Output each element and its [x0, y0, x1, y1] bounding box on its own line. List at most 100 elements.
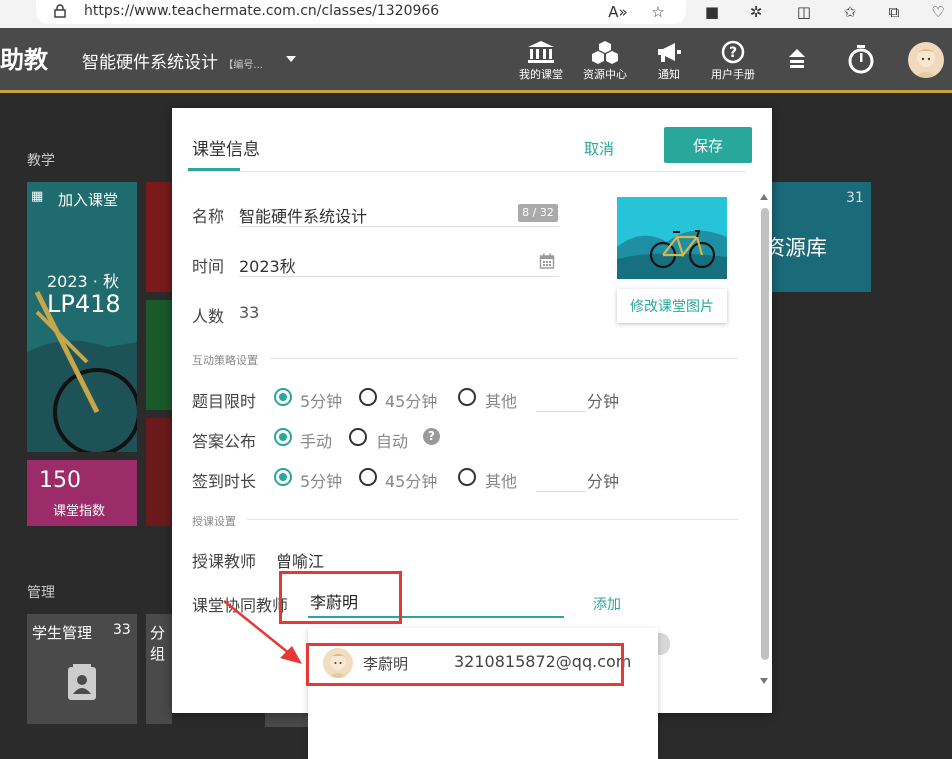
teacher-name: 曾喻江	[276, 552, 325, 571]
tile-discussion[interactable]	[146, 300, 172, 410]
resource-count: 31	[846, 190, 864, 206]
radio-label: 自动	[376, 432, 409, 451]
scroll-down-arrow-icon[interactable]	[760, 678, 768, 684]
resource-center-icon	[592, 41, 618, 64]
dialog-title: 课堂信息	[192, 140, 260, 160]
tile-resource-library[interactable]: 31 资源库	[772, 182, 871, 292]
section-teaching-label: 授课设置	[192, 515, 236, 528]
svg-text:?: ?	[729, 45, 737, 61]
section-manage: 管理	[27, 585, 55, 601]
room-label: LP418	[47, 290, 121, 318]
megaphone-icon	[658, 43, 681, 62]
timer-icon[interactable]	[847, 44, 875, 74]
name-label: 名称	[192, 207, 225, 226]
upload-arrow-icon[interactable]	[787, 48, 807, 70]
tile-class-index[interactable]: 150 课堂指数	[27, 460, 137, 526]
tile-group[interactable]: 分组	[146, 614, 172, 724]
nav-notice[interactable]: 通知	[641, 38, 697, 86]
radio-checkin-other[interactable]	[458, 468, 476, 486]
classroom-icon	[528, 41, 554, 63]
time-label: 时间	[192, 257, 225, 276]
contact-card-icon	[68, 664, 96, 700]
radio-label: 其他	[485, 472, 518, 491]
lock-icon	[54, 4, 66, 18]
question-limit-label: 题目限时	[192, 392, 257, 411]
radio-answer-manual[interactable]	[274, 428, 292, 446]
calendar-icon[interactable]	[539, 253, 555, 269]
checkin-other-minutes[interactable]	[536, 466, 586, 492]
join-class-label: 加入课堂	[58, 191, 119, 209]
radio-q-other[interactable]	[458, 388, 476, 406]
puzzle-icon[interactable]: ✲	[746, 2, 766, 22]
nav-resource-center[interactable]: 资源中心	[577, 38, 633, 86]
chevron-down-icon[interactable]	[286, 56, 296, 62]
tile-join-class[interactable]: ▦ 加入课堂 2023 · 秋 LP418	[27, 182, 137, 452]
radio-label: 5分钟	[300, 392, 343, 411]
brand-logo[interactable]: 助教	[0, 40, 48, 75]
nav-my-classes[interactable]: 我的课堂	[513, 38, 569, 86]
time-underline	[239, 276, 559, 277]
nav-user-manual[interactable]: ? 用户手册	[705, 38, 761, 86]
add-co-teacher-button[interactable]: 添加	[593, 594, 621, 614]
people-label: 人数	[192, 307, 225, 326]
nav-label: 用户手册	[711, 68, 755, 81]
favorites-icon[interactable]: ✩	[840, 2, 860, 22]
heart-icon[interactable]: ♡	[928, 2, 948, 22]
minute-unit: 分钟	[587, 472, 620, 491]
cancel-button[interactable]: 取消	[584, 138, 614, 159]
section-divider	[247, 519, 738, 520]
radio-label: 5分钟	[300, 472, 343, 491]
user-avatar[interactable]	[908, 42, 944, 78]
radio-q-45min[interactable]	[359, 388, 377, 406]
question-other-minutes[interactable]	[536, 386, 586, 412]
student-manage-label: 学生管理	[32, 624, 93, 642]
question-mark-icon[interactable]: ?	[423, 428, 440, 445]
tile-quiz[interactable]	[146, 418, 172, 526]
course-code: 【编号...	[223, 60, 263, 71]
annotation-suggestion-highlight	[306, 643, 624, 686]
tile-student-manage[interactable]: 学生管理 33	[27, 614, 137, 724]
nav-label: 通知	[658, 68, 680, 81]
radio-label: 其他	[485, 392, 518, 411]
nav-label: 资源中心	[583, 68, 627, 81]
header-divider	[186, 171, 746, 172]
radio-label: 45分钟	[385, 392, 438, 411]
answer-reveal-label: 答案公布	[192, 432, 257, 451]
teacher-label: 授课教师	[192, 552, 257, 571]
course-selector[interactable]: 智能硬件系统设计 【编号...	[82, 48, 263, 73]
read-aloud-icon[interactable]: A»	[608, 2, 628, 22]
header-accent-line	[0, 90, 952, 93]
save-button[interactable]: 保存	[664, 127, 752, 163]
radio-label: 手动	[300, 432, 333, 451]
browser-toolbar: https://www.teachermate.com.cn/classes/1…	[0, 0, 952, 28]
favorite-star-icon[interactable]: ☆	[648, 2, 668, 22]
checkin-label: 签到时长	[192, 472, 257, 491]
extension-icon[interactable]: ■	[702, 2, 722, 22]
time-field[interactable]: 2023秋	[239, 253, 296, 277]
people-count: 33	[239, 303, 260, 322]
radio-label: 45分钟	[385, 472, 438, 491]
radio-checkin-5min[interactable]	[274, 468, 292, 486]
char-counter: 8 / 32	[518, 204, 558, 222]
annotation-arrow	[223, 600, 302, 664]
class-index-label: 课堂指数	[53, 504, 106, 519]
name-field[interactable]: 智能硬件系统设计	[239, 203, 367, 227]
radio-checkin-45min[interactable]	[359, 468, 377, 486]
name-underline	[239, 226, 559, 227]
scrollbar-thumb[interactable]	[761, 208, 769, 660]
scroll-up-arrow-icon[interactable]	[760, 194, 768, 200]
collections-icon[interactable]: ⧉	[884, 2, 904, 22]
help-icon: ?	[721, 40, 745, 64]
qr-code-icon: ▦	[31, 189, 44, 204]
url-text: https://www.teachermate.com.cn/classes/1…	[84, 3, 440, 19]
tile-video[interactable]	[146, 182, 172, 292]
change-image-button[interactable]: 修改课堂图片	[617, 289, 727, 323]
split-screen-icon[interactable]: ◫	[794, 2, 814, 22]
bicycle-image	[617, 197, 727, 279]
address-bar[interactable]: https://www.teachermate.com.cn/classes/1…	[36, 0, 686, 24]
tile-manage-2[interactable]	[265, 713, 309, 727]
student-count: 33	[113, 622, 131, 638]
section-teaching: 教学	[27, 153, 55, 169]
radio-q-5min[interactable]	[274, 388, 292, 406]
radio-answer-auto[interactable]	[349, 428, 367, 446]
